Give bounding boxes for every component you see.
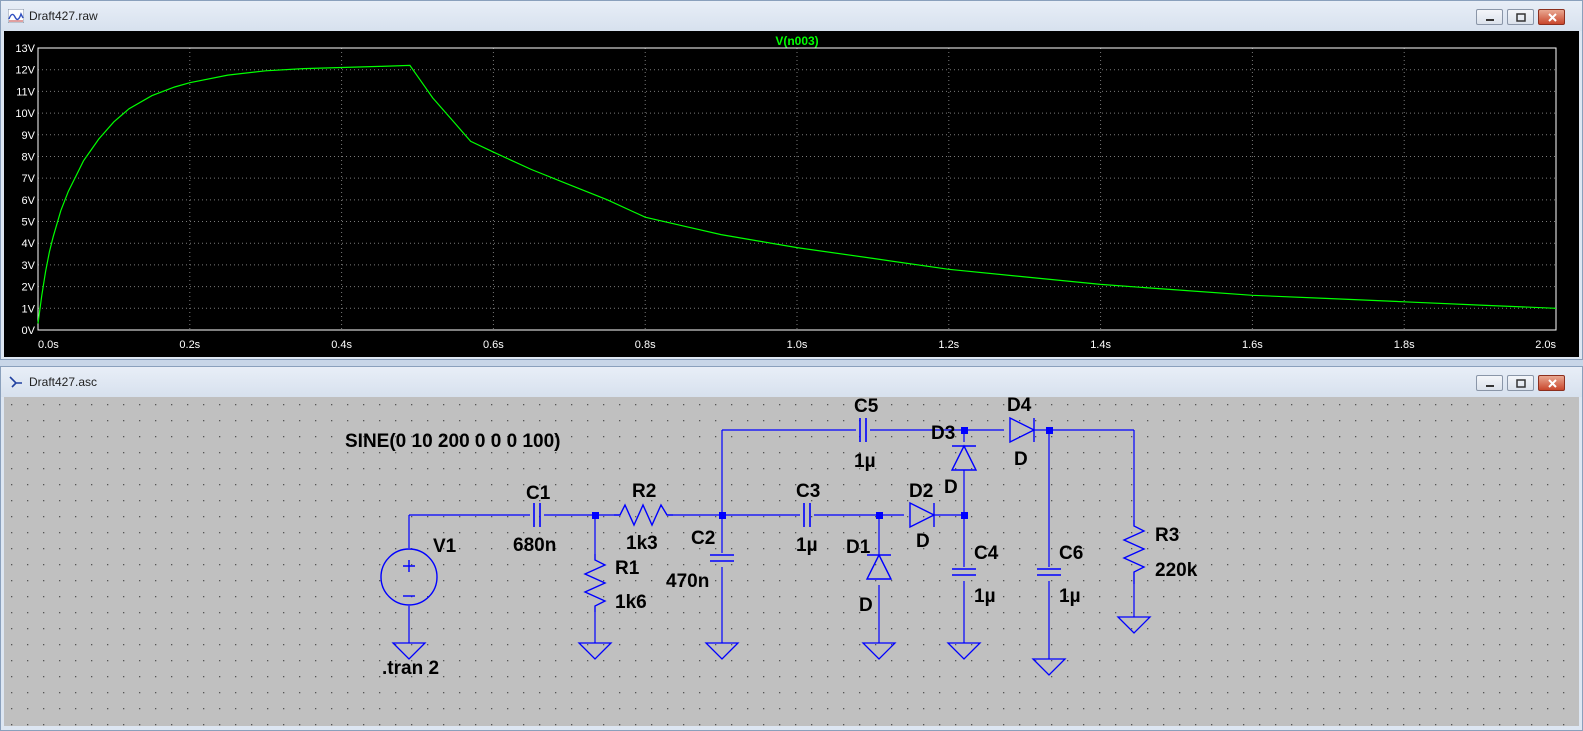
y-tick-label: 12V: [15, 65, 35, 77]
y-tick-label: 6V: [22, 195, 36, 207]
junction-dot: [876, 512, 883, 519]
x-tick-label: 1.0s: [787, 339, 808, 351]
waveform-window-title: Draft427.raw: [29, 9, 98, 23]
minimize-button[interactable]: [1476, 375, 1503, 391]
label-r3-name: R3: [1155, 525, 1179, 546]
close-button[interactable]: [1538, 9, 1565, 25]
x-tick-label: 0.8s: [635, 339, 656, 351]
close-icon: [1548, 379, 1557, 388]
label-r2-name: R2: [632, 481, 656, 502]
tran-directive[interactable]: .tran 2: [382, 658, 439, 679]
label-r1-value: 1k6: [615, 592, 647, 613]
label-c2-name: C2: [691, 528, 715, 549]
maximize-button[interactable]: [1507, 9, 1534, 25]
y-tick-label: 10V: [15, 108, 35, 120]
label-v1-name: V1: [433, 536, 457, 557]
y-tick-label: 2V: [22, 282, 36, 294]
junction-dot: [961, 512, 968, 519]
label-d1-name: D1: [846, 537, 871, 558]
label-d3-value: D: [944, 477, 958, 498]
waveform-plot[interactable]: V(n003) 0V 1V 2V 3V 4V 5V 6V 7V 8V 9V 10V 11V 12V 13V…: [4, 31, 1579, 357]
schematic-canvas[interactable]: SINE(0 10 200 0 0 0 100) .tran 2 V1 C1 6…: [4, 397, 1579, 726]
maximize-icon: [1516, 379, 1526, 388]
schematic-window: Draft427.asc SINE(0 10 200 0 0 0 100) .t…: [0, 366, 1583, 731]
waveform-titlebar[interactable]: Draft427.raw: [1, 1, 1582, 31]
junction-dot: [592, 512, 599, 519]
junction-dot: [1046, 427, 1053, 434]
y-tick-label: 7V: [22, 173, 36, 185]
schematic-titlebar[interactable]: Draft427.asc: [1, 367, 1582, 397]
y-tick-label: 13V: [15, 43, 35, 55]
y-tick-label: 0V: [22, 325, 36, 337]
label-c6-value: 1µ: [1059, 586, 1081, 607]
y-tick-label: 4V: [22, 238, 36, 250]
x-tick-label: 1.6s: [1242, 339, 1263, 351]
schematic-window-title: Draft427.asc: [29, 375, 98, 389]
label-c1-value: 680n: [513, 535, 556, 556]
label-d2-value: D: [916, 531, 930, 552]
y-tick-label: 8V: [22, 151, 36, 163]
maximize-icon: [1516, 13, 1526, 22]
label-c4-name: C4: [974, 543, 999, 564]
label-c5-name: C5: [854, 397, 879, 417]
label-d4-name: D4: [1007, 397, 1032, 416]
minimize-icon: [1486, 19, 1494, 21]
y-tick-label: 11V: [16, 86, 35, 98]
schematic-grid-dots: [4, 397, 1579, 726]
label-c1-name: C1: [526, 483, 551, 504]
minimize-icon: [1486, 385, 1494, 387]
y-tick-label: 3V: [22, 260, 36, 272]
label-d2-name: D2: [909, 481, 933, 502]
source-directive[interactable]: SINE(0 10 200 0 0 0 100): [345, 431, 560, 452]
y-tick-label: 5V: [22, 217, 36, 229]
x-tick-label: 1.4s: [1090, 339, 1111, 351]
y-tick-label: 1V: [22, 303, 36, 315]
label-d1-value: D: [859, 595, 873, 616]
label-c6-name: C6: [1059, 543, 1083, 564]
junction-dot: [961, 427, 968, 434]
x-tick-label: 0.6s: [483, 339, 504, 351]
maximize-button[interactable]: [1507, 375, 1534, 391]
x-tick-label: 1.8s: [1394, 339, 1415, 351]
label-c3-name: C3: [796, 481, 820, 502]
schematic-canvas-pane[interactable]: SINE(0 10 200 0 0 0 100) .tran 2 V1 C1 6…: [4, 397, 1579, 726]
label-r3-value: 220k: [1155, 560, 1198, 581]
schematic-app-icon: [9, 376, 22, 388]
label-c2-value: 470n: [666, 571, 709, 592]
x-tick-label: 0.4s: [331, 339, 352, 351]
minimize-button[interactable]: [1476, 9, 1503, 25]
waveform-app-icon: [8, 9, 24, 23]
close-button[interactable]: [1538, 375, 1565, 391]
x-tick-label: 1.2s: [938, 339, 959, 351]
label-c4-value: 1µ: [974, 586, 996, 607]
label-c5-value: 1µ: [854, 451, 876, 472]
label-r1-name: R1: [615, 558, 640, 579]
label-c3-value: 1µ: [796, 535, 818, 556]
close-icon: [1548, 13, 1557, 22]
label-d4-value: D: [1014, 449, 1028, 470]
waveform-window: Draft427.raw V(n003) 0V 1V 2V 3V 4V 5V 6V 7V 8V 9…: [0, 0, 1583, 360]
plot-title: V(n003): [775, 34, 818, 48]
x-tick-label: 0.0s: [38, 339, 59, 351]
x-tick-label: 0.2s: [179, 339, 200, 351]
y-tick-label: 9V: [22, 130, 36, 142]
x-tick-label: 2.0s: [1535, 339, 1556, 351]
waveform-plot-pane[interactable]: V(n003) 0V 1V 2V 3V 4V 5V 6V 7V 8V 9V 10V 11V 12V 13V…: [4, 31, 1579, 357]
label-d3-name: D3: [931, 423, 955, 444]
label-r2-value: 1k3: [626, 533, 658, 554]
junction-dot: [719, 512, 726, 519]
